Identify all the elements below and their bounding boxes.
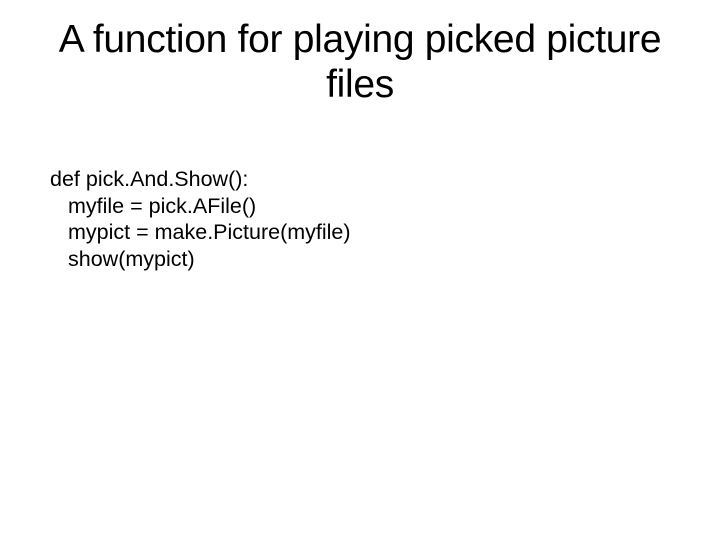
slide-container: A function for playing picked picture fi… — [0, 0, 720, 540]
code-block: def pick.And.Show(): myfile = pick.AFile… — [50, 166, 670, 274]
code-line-mypict: mypict = make.Picture(myfile) — [50, 219, 670, 246]
code-line-myfile: myfile = pick.AFile() — [50, 193, 670, 220]
code-line-show: show(mypict) — [50, 246, 670, 273]
code-line-def: def pick.And.Show(): — [50, 166, 670, 193]
slide-title: A function for playing picked picture fi… — [50, 18, 670, 108]
